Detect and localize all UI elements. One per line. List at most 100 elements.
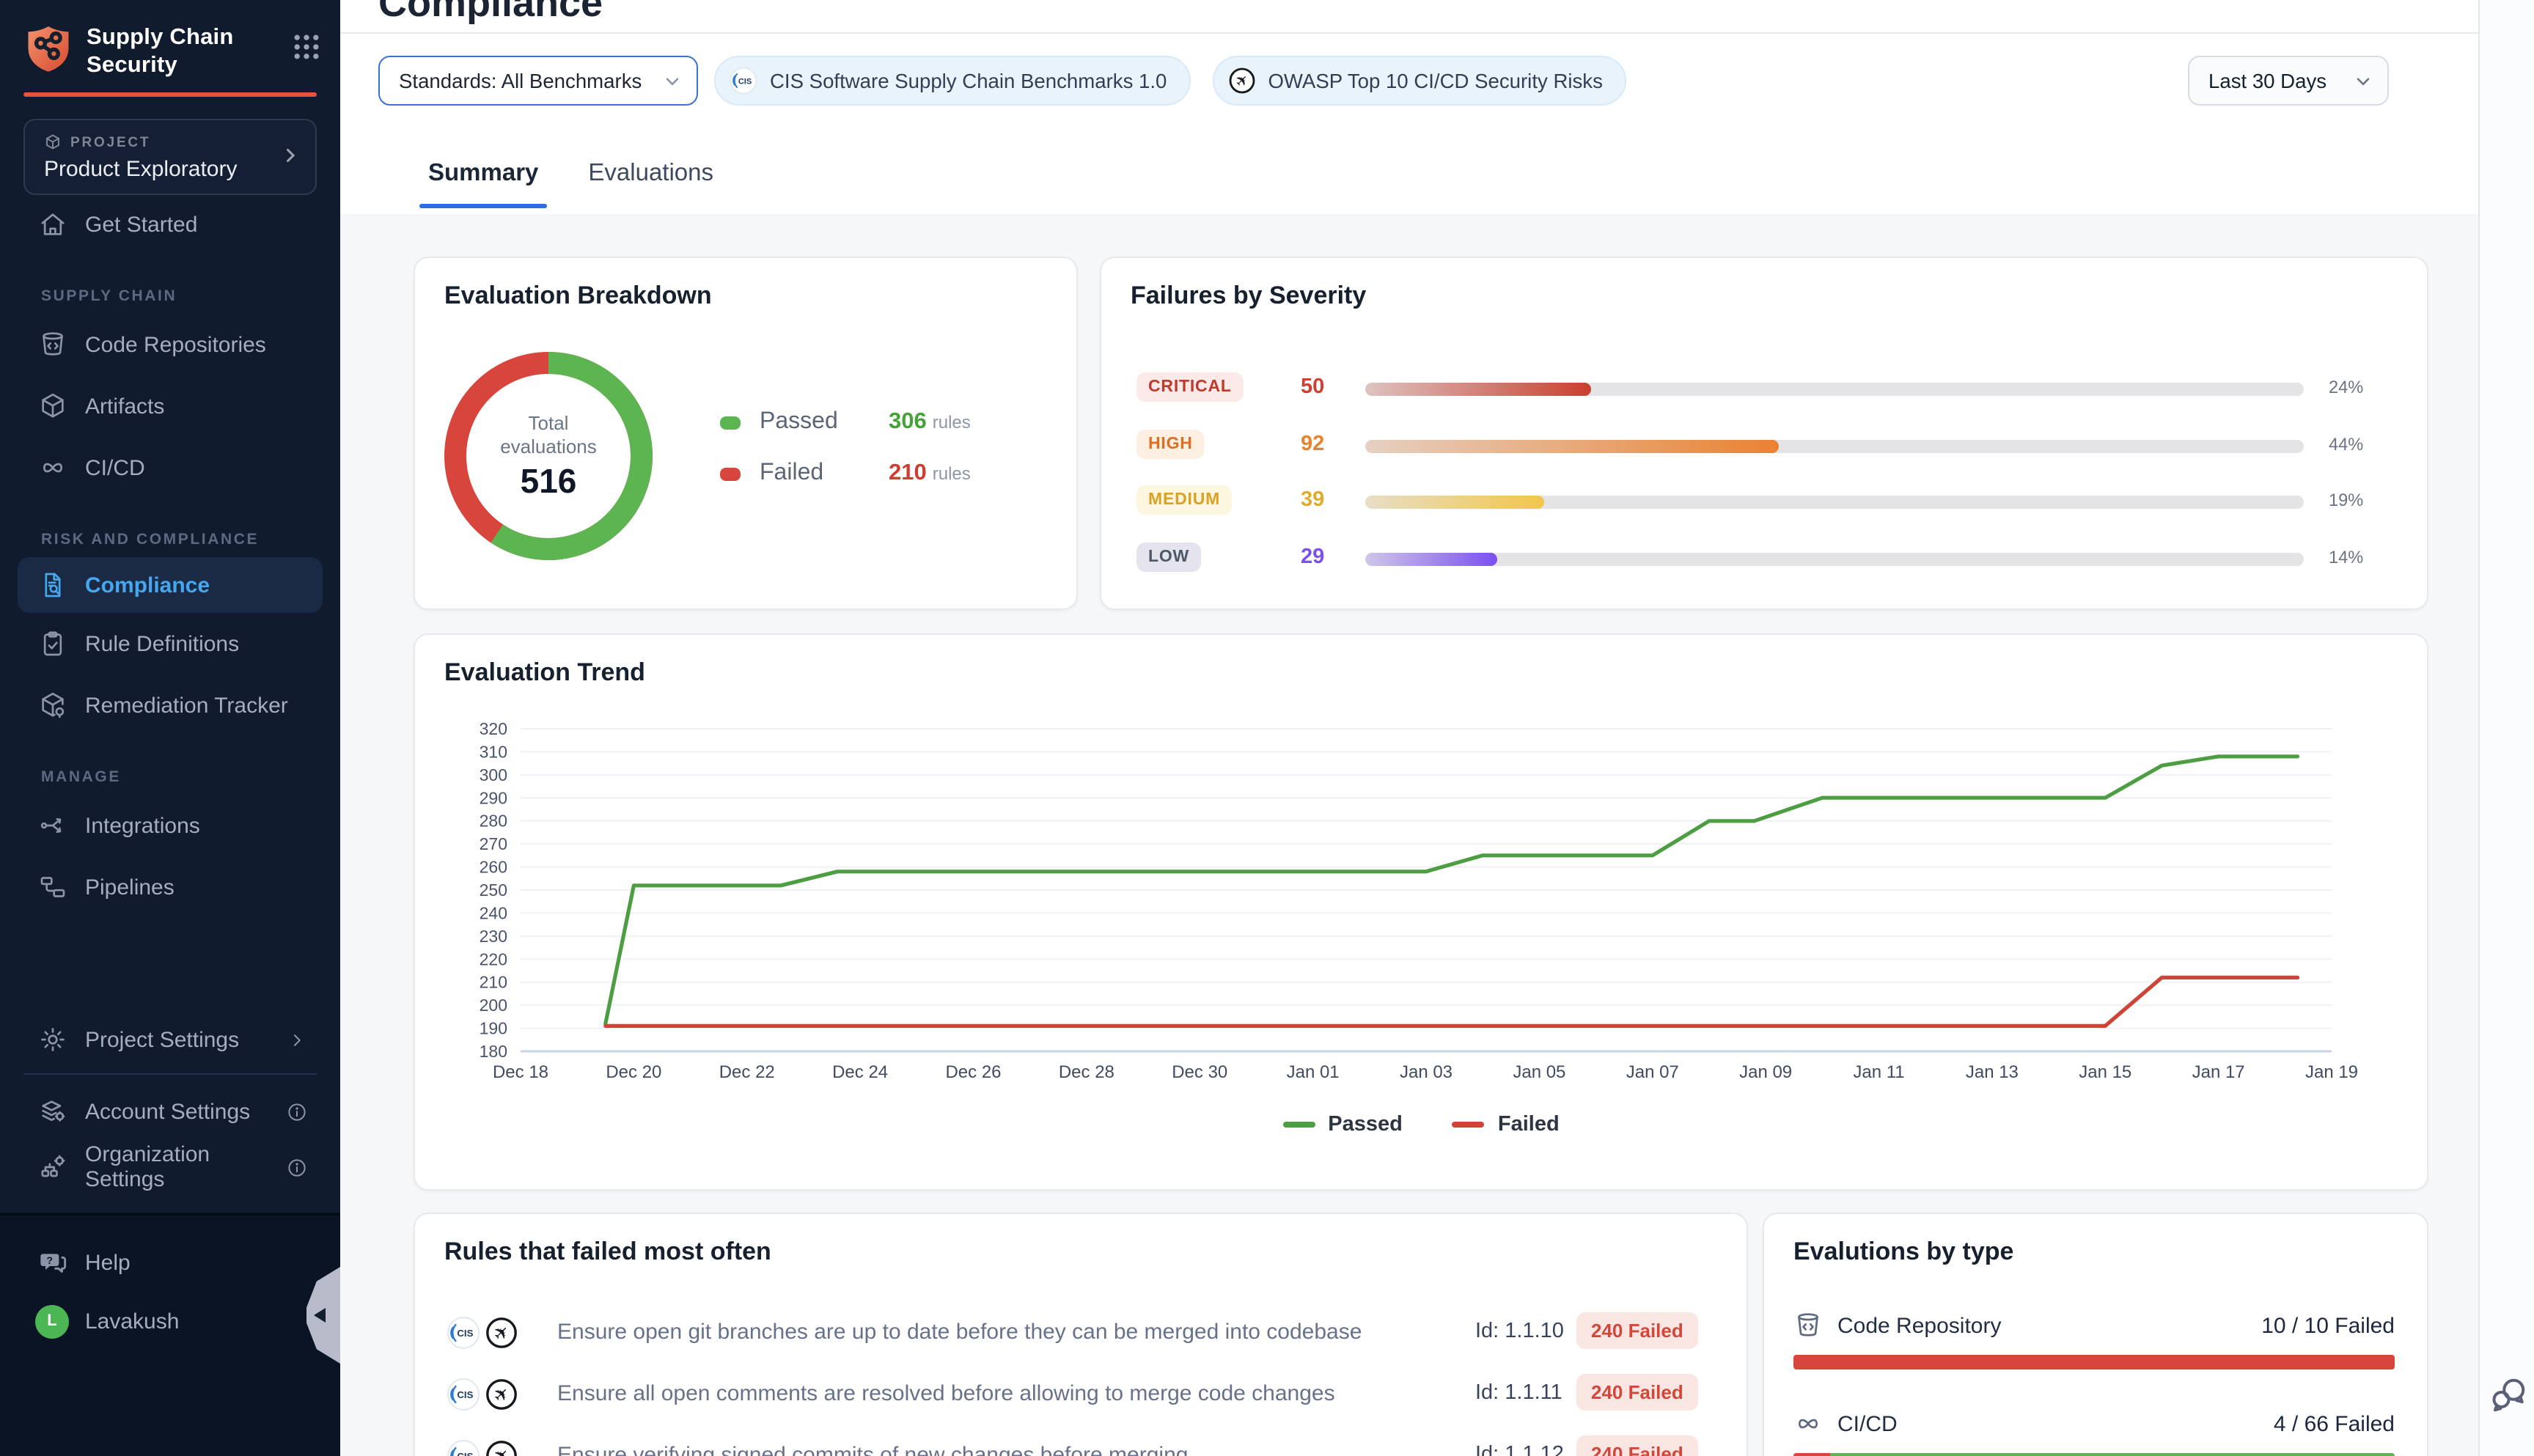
home-icon — [38, 210, 67, 239]
card-title: Evaluation Breakdown — [444, 282, 712, 311]
severity-count: 39 — [1301, 488, 1324, 512]
sidebar-item-label: CI/CD — [85, 455, 145, 480]
rule-row[interactable]: CIS✈Ensure open git branches are up to d… — [415, 1302, 1747, 1364]
tab-bar: Summary Evaluations — [425, 132, 716, 214]
legend-item-passed: Passed306rules — [720, 405, 1056, 440]
chevron-right-icon — [286, 1029, 308, 1051]
sidebar-item-rule-definitions[interactable]: Rule Definitions — [0, 613, 340, 674]
svg-text:Jan 17: Jan 17 — [2192, 1062, 2245, 1082]
nav-section-caption: MANAGE — [0, 760, 340, 795]
sidebar-item-remediation-tracker[interactable]: Remediation Tracker — [0, 674, 340, 736]
rule-id: Id: 1.1.11 — [1475, 1381, 1562, 1405]
header-divider — [340, 32, 2478, 34]
evaluation-trend-card: Evaluation Trend 18019020021022023024025… — [414, 633, 2428, 1191]
cube-icon — [38, 391, 67, 421]
cis-icon: CIS — [729, 66, 758, 95]
sidebar-item-code-repositories[interactable]: Code Repositories — [0, 314, 340, 375]
type-row-code-repository: Code Repository10 / 10 Failed — [1793, 1299, 2395, 1369]
failed-count-badge: 240 Failed — [1576, 1374, 1698, 1411]
help-button[interactable]: ? Help — [0, 1233, 340, 1292]
svg-text:320: 320 — [480, 719, 507, 738]
benchmark-pill-owasp[interactable]: ✈OWASP Top 10 CI/CD Security Risks — [1212, 56, 1626, 106]
severity-badge: LOW — [1136, 542, 1201, 571]
legend-value: 306 — [889, 409, 927, 435]
svg-text:280: 280 — [480, 812, 507, 831]
trend-legend: PassedFailed — [415, 1113, 2427, 1136]
rule-row[interactable]: CIS✈Ensure verifying signed commits of n… — [415, 1425, 1747, 1456]
cube-icon — [44, 133, 62, 151]
severity-row-medium: MEDIUM3919% — [1101, 474, 2427, 529]
svg-text:250: 250 — [480, 880, 507, 900]
doc-search-icon — [38, 570, 67, 600]
svg-text:Dec 20: Dec 20 — [606, 1062, 661, 1082]
sidebar-item-ci-cd[interactable]: CI/CD — [0, 437, 340, 499]
sidebar-item-project-settings[interactable]: Project Settings — [0, 1012, 340, 1067]
user-name: Lavakush — [85, 1309, 179, 1334]
brand-accent-divider — [23, 92, 317, 96]
infinity-icon — [1793, 1409, 1823, 1438]
cis-icon: CIS — [446, 1438, 481, 1456]
severity-bar-track — [1365, 439, 2304, 452]
right-gutter — [2478, 0, 2534, 1456]
svg-text:260: 260 — [480, 858, 507, 877]
severity-row-low: LOW2914% — [1101, 530, 2427, 586]
rule-row[interactable]: CIS✈Ensure all open comments are resolve… — [415, 1364, 1747, 1425]
chat-widget-icon[interactable] — [2487, 1372, 2531, 1416]
cis-icon: CIS — [446, 1377, 481, 1412]
sidebar-item-organization-settings[interactable]: Organization Settings — [0, 1139, 340, 1195]
svg-text:CIS: CIS — [738, 77, 752, 86]
severity-count: 50 — [1301, 375, 1324, 399]
svg-text:CIS: CIS — [457, 1451, 473, 1456]
user-menu[interactable]: L Lavakush — [0, 1292, 340, 1350]
sidebar-item-get-started[interactable]: Get Started — [0, 194, 340, 255]
chevron-down-icon — [2354, 71, 2373, 90]
standards-dropdown-value: Standards: All Benchmarks — [399, 70, 642, 92]
svg-text:190: 190 — [480, 1019, 507, 1038]
standards-dropdown[interactable]: Standards: All Benchmarks — [378, 56, 698, 106]
app-switcher-grid-icon[interactable] — [290, 31, 323, 63]
svg-text:210: 210 — [480, 973, 507, 992]
severity-badge: MEDIUM — [1136, 485, 1232, 515]
legend-label: Passed — [760, 409, 889, 435]
sidebar-item-label: Organization Settings — [85, 1142, 286, 1192]
type-label: CI/CD — [1837, 1411, 1898, 1436]
rules-failed-card: Rules that failed most often CIS✈Ensure … — [414, 1213, 1748, 1456]
rule-text: Ensure all open comments are resolved be… — [557, 1381, 1335, 1406]
svg-text:220: 220 — [480, 949, 507, 968]
svg-text:Jan 19: Jan 19 — [2305, 1062, 2358, 1082]
severity-count: 92 — [1301, 432, 1324, 455]
help-label: Help — [85, 1250, 131, 1275]
sidebar: Supply ChainSecurity PROJECT Product Exp… — [0, 0, 340, 1456]
tab-summary[interactable]: Summary — [425, 132, 541, 214]
legend-swatch — [720, 416, 741, 429]
sidebar-item-compliance[interactable]: Compliance — [18, 557, 323, 613]
legend-swatch — [1282, 1122, 1315, 1128]
repo-icon — [38, 330, 67, 359]
owasp-icon: ✈ — [1227, 66, 1256, 95]
card-title: Evalutions by type — [1793, 1238, 2013, 1267]
svg-text:Jan 07: Jan 07 — [1626, 1062, 1679, 1082]
legend-label: Passed — [1328, 1113, 1403, 1136]
date-range-dropdown[interactable]: Last 30 Days — [2188, 56, 2389, 106]
tab-evaluations[interactable]: Evaluations — [585, 132, 716, 214]
trend-line-chart: 1801902002102202302402502602702802903003… — [433, 699, 2409, 1097]
benchmark-pill-cis[interactable]: CISCIS Software Supply Chain Benchmarks … — [714, 56, 1190, 106]
sidebar-item-artifacts[interactable]: Artifacts — [0, 375, 340, 437]
project-selector[interactable]: PROJECT Product Exploratory — [23, 119, 317, 195]
sidebar-item-account-settings[interactable]: Account Settings — [0, 1084, 340, 1139]
svg-text:270: 270 — [480, 834, 507, 853]
type-bar — [1793, 1355, 2395, 1369]
sidebar-item-integrations[interactable]: Integrations — [0, 795, 340, 856]
info-icon — [286, 1100, 308, 1122]
sidebar-item-pipelines[interactable]: Pipelines — [0, 856, 340, 918]
sidebar-settings: Project Settings Account SettingsOrganiza… — [0, 1012, 340, 1195]
svg-text:Dec 24: Dec 24 — [832, 1062, 888, 1082]
severity-bar-track — [1365, 383, 2304, 396]
svg-text:Jan 09: Jan 09 — [1739, 1062, 1792, 1082]
repo-icon — [1793, 1311, 1823, 1340]
pipelines-icon — [38, 872, 67, 902]
collapse-arrow-icon — [314, 1308, 326, 1323]
svg-text:240: 240 — [480, 903, 507, 922]
brand: Supply ChainSecurity — [23, 23, 323, 79]
sidebar-item-label: Remediation Tracker — [85, 693, 288, 718]
